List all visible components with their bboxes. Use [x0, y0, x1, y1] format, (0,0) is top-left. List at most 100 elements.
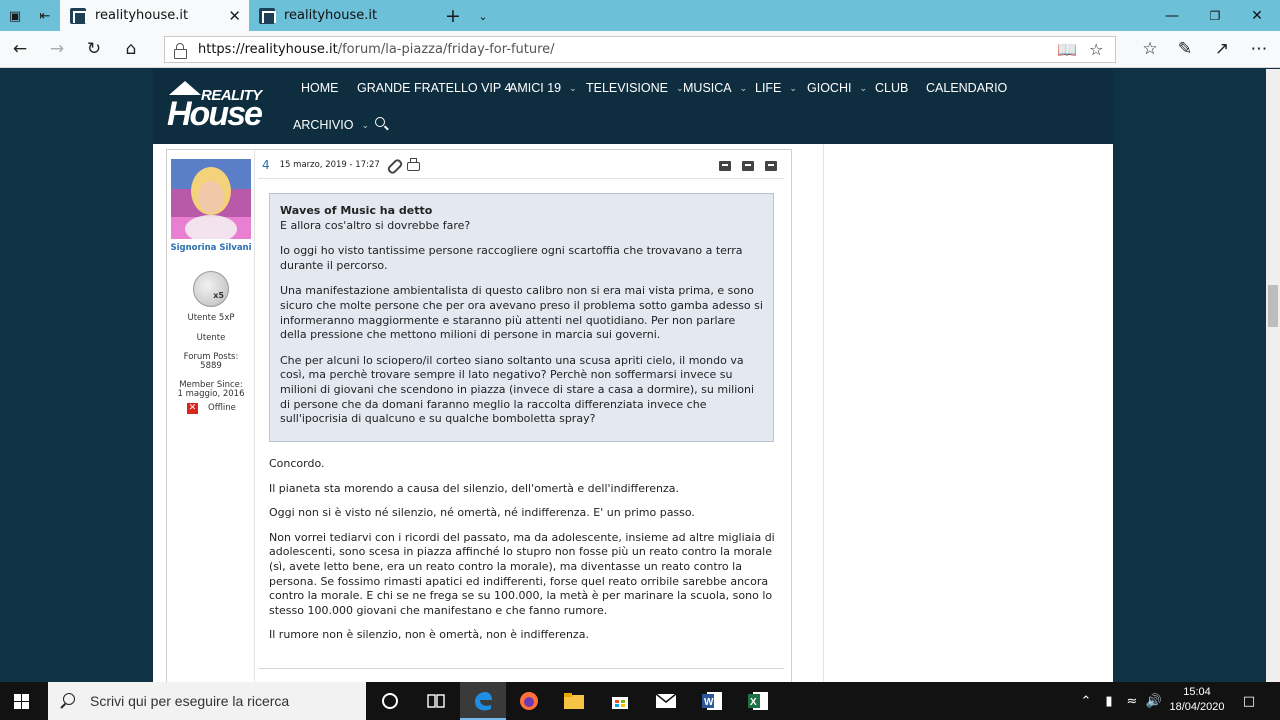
edge-app-icon[interactable]: [460, 682, 506, 720]
taskbar-search-input[interactable]: Scrivi qui per eseguire la ricerca: [48, 682, 366, 720]
report-icon[interactable]: [764, 159, 780, 173]
volume-icon[interactable]: 🔊: [1146, 693, 1162, 709]
permalink-icon[interactable]: [386, 158, 400, 172]
page-scrollbar[interactable]: [1266, 69, 1280, 682]
chevron-down-icon: ⌄: [789, 82, 797, 93]
taskbar-search-placeholder: Scrivi qui per eseguire la ricerca: [90, 693, 290, 709]
menu-grande-fratello[interactable]: GRANDE FRATELLO VIP 4: [357, 81, 511, 95]
tab-realityhouse-active[interactable]: realityhouse.it ✕: [60, 0, 249, 31]
windows-taskbar: Scrivi qui per eseguire la ricerca W X ⌃…: [0, 682, 1280, 720]
menu-televisione[interactable]: TELEVISIONE ⌄: [586, 81, 684, 95]
task-view-icon[interactable]: [413, 682, 459, 720]
minimize-icon[interactable]: —: [1160, 5, 1184, 27]
post-paragraph: Non vorrei tediarvi con i ricordi del pa…: [269, 530, 775, 617]
chevron-down-icon: ⌄: [859, 82, 867, 93]
mail-app-icon[interactable]: [643, 682, 689, 720]
tab-list-chevron-icon[interactable]: ⌄: [472, 5, 494, 27]
favorites-list-icon[interactable]: ☆: [1138, 38, 1162, 60]
site-favicon-icon: [70, 7, 87, 24]
address-bar[interactable]: https://realityhouse.it/forum/la-piazza/…: [164, 36, 1116, 63]
chevron-down-icon: ⌄: [361, 119, 369, 130]
menu-club[interactable]: CLUB: [875, 81, 908, 95]
scrollbar-thumb[interactable]: [1268, 285, 1278, 327]
main-content: Signorina Silvani x5 Utente 5xP Utente F…: [153, 144, 1113, 682]
lock-icon: [174, 42, 187, 59]
more-menu-icon[interactable]: ⋯: [1247, 38, 1271, 60]
menu-amici[interactable]: AMICI 19 ⌄: [509, 81, 577, 95]
logo-text-bottom: House: [167, 95, 263, 133]
logo-roof-icon: [169, 81, 201, 95]
author-name[interactable]: Signorina Silvani: [167, 243, 255, 254]
battery-icon[interactable]: ▮: [1101, 693, 1117, 709]
avatar[interactable]: [171, 159, 251, 239]
home-icon[interactable]: ⌂: [119, 38, 143, 60]
store-app-icon[interactable]: [597, 682, 643, 720]
search-icon[interactable]: [375, 117, 389, 131]
new-tab-icon[interactable]: +: [442, 5, 464, 27]
clock-time: 15:04: [1183, 686, 1211, 698]
post-meta: 4 15 marzo, 2019 - 17:27: [258, 152, 784, 179]
quote-paragraph: Una manifestazione ambientalista di ques…: [280, 284, 763, 342]
online-status: ✕ Offline: [187, 403, 236, 414]
post-paragraph: Oggi non si è visto né silenzio, né omer…: [269, 506, 695, 520]
web-page: REALITY House HOME GRANDE FRATELLO VIP 4…: [0, 69, 1266, 682]
set-tabs-aside-icon[interactable]: ⇤: [34, 5, 56, 27]
post-footer-divider: [258, 668, 784, 669]
back-icon[interactable]: ←: [8, 38, 32, 60]
word-app-icon[interactable]: W: [689, 682, 735, 720]
excel-app-icon[interactable]: X: [735, 682, 781, 720]
sidebar-divider: [823, 144, 824, 682]
reply-icon[interactable]: [741, 159, 757, 173]
tab-actions-icon[interactable]: ▣: [4, 5, 26, 27]
quoted-message: Waves of Music ha detto E allora cos'alt…: [269, 193, 774, 442]
tray-overflow-chevron-icon[interactable]: ⌃: [1078, 693, 1094, 709]
forum-posts-value: 5889: [200, 361, 222, 371]
site-header: REALITY House HOME GRANDE FRATELLO VIP 4…: [153, 69, 1113, 144]
menu-giochi[interactable]: GIOCHI ⌄: [807, 81, 867, 95]
cortana-icon[interactable]: [367, 682, 413, 720]
status-text: Offline: [208, 402, 236, 413]
taskbar-clock[interactable]: 15:04 18/04/2020: [1166, 685, 1228, 715]
share-icon[interactable]: ↗: [1210, 38, 1234, 60]
post-actions: [711, 159, 780, 173]
post-author-panel: Signorina Silvani x5 Utente 5xP Utente F…: [167, 150, 255, 682]
browser-tab-strip: ▣ ⇤ realityhouse.it ✕ realityhouse.it + …: [0, 0, 1280, 31]
avatar-image: [171, 159, 251, 239]
restore-icon[interactable]: ❐: [1203, 5, 1227, 27]
post-number[interactable]: 4: [262, 158, 270, 172]
reading-view-icon[interactable]: 📖: [1057, 40, 1077, 59]
quote-icon[interactable]: [718, 159, 734, 173]
refresh-icon[interactable]: ↻: [82, 38, 106, 60]
post-paragraph: Il rumore non è silenzio, non è omertà, …: [269, 628, 589, 642]
svg-text:X: X: [750, 697, 757, 708]
firefox-app-icon[interactable]: [506, 682, 552, 720]
site-logo[interactable]: REALITY House: [167, 81, 267, 133]
chevron-down-icon: ⌄: [569, 82, 577, 93]
menu-calendario[interactable]: CALENDARIO: [926, 81, 1007, 95]
pen-icon[interactable]: ✎: [1173, 38, 1197, 60]
menu-life[interactable]: LIFE ⌄: [755, 81, 797, 95]
close-window-icon[interactable]: ✕: [1245, 5, 1269, 27]
author-rank: Utente 5xP: [187, 313, 235, 323]
quote-author: Waves of Music ha detto: [280, 204, 433, 217]
close-tab-icon[interactable]: ✕: [228, 7, 241, 25]
menu-archivio[interactable]: ARCHIVIO ⌄: [293, 118, 369, 132]
post-paragraph: Il pianeta sta morendo a causa del silen…: [269, 481, 679, 495]
notifications-icon[interactable]: □: [1241, 693, 1257, 709]
tab-title: realityhouse.it: [95, 8, 189, 23]
tab-title: realityhouse.it: [284, 8, 378, 23]
clock-date: 18/04/2020: [1169, 701, 1225, 713]
tab-realityhouse[interactable]: realityhouse.it: [249, 0, 438, 31]
quote-paragraph: Che per alcuni lo sciopero/il corteo sia…: [280, 353, 755, 426]
forward-icon[interactable]: →: [45, 38, 69, 60]
menu-home[interactable]: HOME: [301, 81, 339, 95]
print-icon[interactable]: [406, 158, 420, 172]
wifi-icon[interactable]: ≈: [1124, 693, 1140, 709]
menu-musica[interactable]: MUSICA ⌄: [683, 81, 747, 95]
browser-toolbar: ← → ↻ ⌂ https://realityhouse.it/forum/la…: [0, 31, 1280, 68]
chevron-down-icon: ⌄: [739, 82, 748, 93]
favorite-star-icon[interactable]: ☆: [1089, 40, 1103, 59]
windows-start-icon[interactable]: [14, 694, 30, 710]
quote-paragraph: Io oggi ho visto tantissime persone racc…: [280, 244, 743, 272]
file-explorer-icon[interactable]: [551, 682, 597, 720]
